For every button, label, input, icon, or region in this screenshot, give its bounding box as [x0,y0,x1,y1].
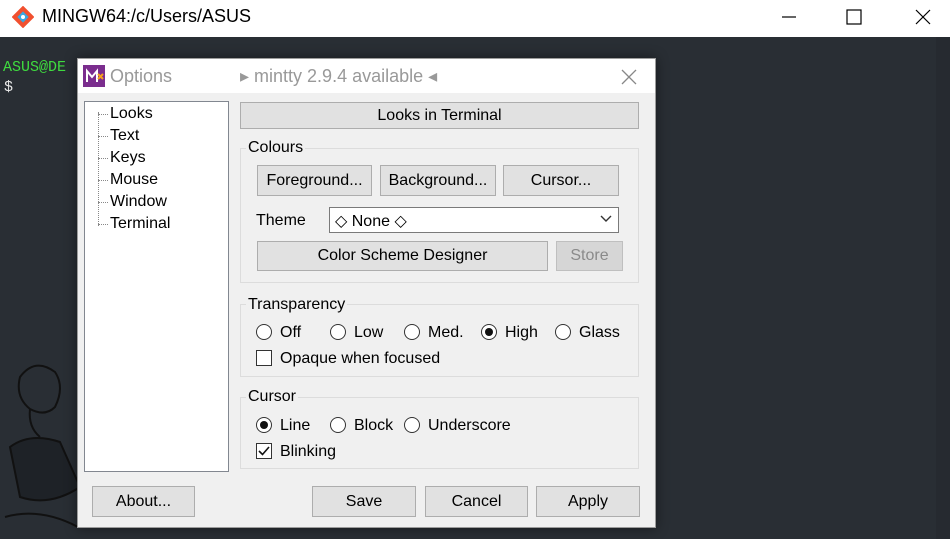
colours-label: Colours [246,139,306,157]
terminal-prompt-symbol: $ [4,79,14,96]
cursor-line-label[interactable]: Line [280,417,310,435]
tree-tick [98,114,108,116]
window-close-button[interactable] [900,0,946,32]
terminal-scrollbar[interactable] [936,37,950,539]
dropdown-arrow-icon [600,215,612,222]
cursor-underscore-radio[interactable] [404,417,420,433]
checkmark-icon [258,446,270,456]
transparency-glass-label[interactable]: Glass [579,324,620,342]
tree-item-window[interactable]: Window [110,192,167,212]
transparency-low-label[interactable]: Low [354,324,383,342]
background-button[interactable]: Background... [380,165,496,196]
dialog-close-icon[interactable] [611,63,647,91]
foreground-button[interactable]: Foreground... [257,165,372,196]
tree-tick [98,180,108,182]
cursor-colour-button[interactable]: Cursor... [503,165,619,196]
options-dialog: Options ▸ mintty 2.9.4 available ◂ Looks… [77,58,656,528]
minimize-icon [782,16,796,18]
cursor-block-label[interactable]: Block [354,417,393,435]
tree-tick [98,224,108,226]
tree-tick [98,158,108,160]
theme-value: ◇ None ◇ [335,213,407,230]
store-button[interactable]: Store [556,241,623,271]
theme-label: Theme [256,212,306,229]
apply-button[interactable]: Apply [536,486,640,517]
transparency-off-label[interactable]: Off [280,324,301,342]
tree-item-mouse[interactable]: Mouse [110,170,158,190]
color-scheme-designer-button[interactable]: Color Scheme Designer [257,241,548,271]
cursor-label: Cursor [246,388,299,406]
transparency-glass-radio[interactable] [555,324,571,340]
tree-tick [98,136,108,138]
cancel-button[interactable]: Cancel [425,486,528,517]
maximize-button[interactable] [831,0,877,32]
save-button[interactable]: Save [312,486,416,517]
cursor-line-radio[interactable] [256,417,272,433]
category-tree[interactable]: Looks Text Keys Mouse Window Terminal [84,101,229,472]
cursor-underscore-label[interactable]: Underscore [428,417,511,435]
transparency-med-label[interactable]: Med. [428,324,464,342]
blinking-checkbox[interactable] [256,443,272,459]
transparency-off-radio[interactable] [256,324,272,340]
tree-item-text[interactable]: Text [110,126,139,146]
transparency-high-label[interactable]: High [505,324,538,342]
theme-select[interactable]: ◇ None ◇ [329,207,619,233]
cursor-block-radio[interactable] [330,417,346,433]
window-titlebar: MINGW64:/c/Users/ASUS [0,0,950,37]
about-button[interactable]: About... [92,486,195,517]
transparency-low-radio[interactable] [330,324,346,340]
tree-tick [98,202,108,204]
tree-item-looks[interactable]: Looks [110,104,153,124]
update-notice: ▸ mintty 2.9.4 available ◂ [240,66,438,86]
opaque-when-focused-label[interactable]: Opaque when focused [280,350,440,368]
opaque-when-focused-checkbox[interactable] [256,350,272,366]
transparency-med-radio[interactable] [404,324,420,340]
tree-item-terminal[interactable]: Terminal [110,214,170,234]
tree-item-keys[interactable]: Keys [110,148,146,168]
transparency-label: Transparency [246,296,348,314]
section-header-button[interactable]: Looks in Terminal [240,102,639,129]
close-icon [915,9,931,25]
window-title: MINGW64:/c/Users/ASUS [42,6,252,26]
tree-connector [98,112,100,226]
terminal-prompt-user: ASUS@DE [3,59,67,76]
blinking-label[interactable]: Blinking [280,443,336,461]
maximize-icon [846,9,862,25]
dialog-title: Options [110,66,173,86]
git-bash-icon [12,6,34,28]
transparency-high-radio[interactable] [481,324,497,340]
mintty-icon [83,65,105,87]
dialog-titlebar: Options ▸ mintty 2.9.4 available ◂ [78,59,655,93]
minimize-button[interactable] [766,0,812,32]
